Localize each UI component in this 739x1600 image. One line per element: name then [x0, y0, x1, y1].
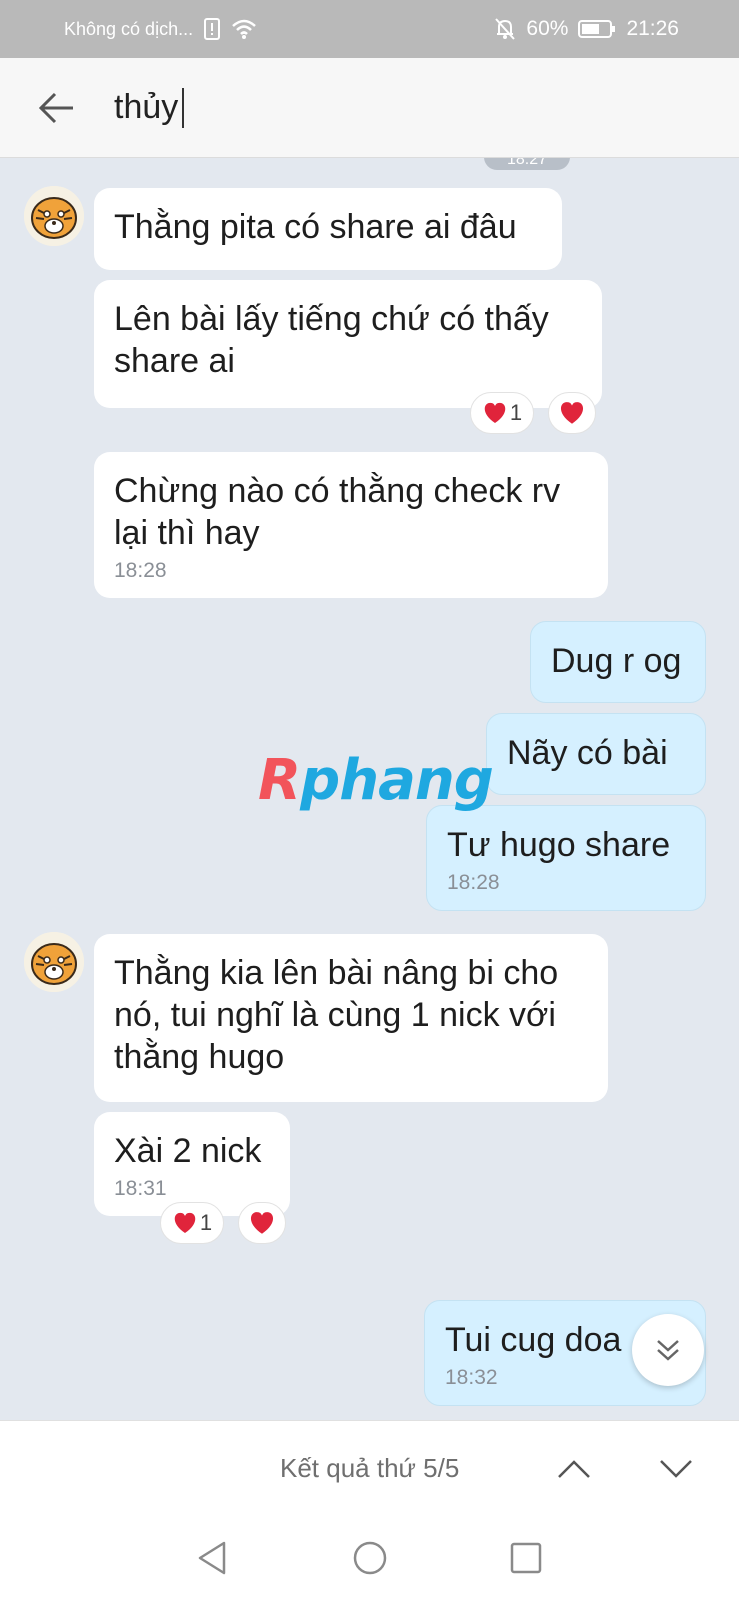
- watermark-logo: Rphang: [258, 748, 494, 813]
- message-text: Thằng pita có share ai đâu: [114, 208, 517, 246]
- message-text: Xài 2 nick: [114, 1132, 262, 1170]
- wifi-icon: [231, 18, 257, 40]
- message-text: Dug r og: [551, 642, 682, 680]
- contact-avatar[interactable]: [24, 932, 84, 992]
- message-time: 18:28: [447, 871, 500, 894]
- nav-recents-button[interactable]: [498, 1530, 554, 1586]
- search-header: thủy: [0, 58, 739, 158]
- clock: 21:26: [626, 17, 679, 40]
- nav-back-button[interactable]: [184, 1530, 240, 1586]
- system-navigation-bar: [0, 1516, 739, 1600]
- back-arrow-icon: [38, 92, 73, 123]
- bell-off-icon: [494, 17, 516, 41]
- outgoing-message[interactable]: Dug r og: [530, 621, 706, 703]
- contact-avatar[interactable]: [24, 186, 84, 246]
- nav-home-icon: [353, 1541, 387, 1575]
- carrier-text: Không có dịch...: [64, 18, 194, 39]
- incoming-message[interactable]: Thằng pita có share ai đâu: [94, 188, 562, 270]
- search-query: thủy: [114, 88, 179, 126]
- reaction-count-badge[interactable]: 1: [470, 392, 534, 434]
- sim-alert-icon: [203, 18, 221, 40]
- heart-icon: [558, 400, 586, 426]
- search-input[interactable]: thủy: [114, 87, 185, 128]
- tiger-avatar-icon: [24, 932, 84, 992]
- battery-icon: [578, 19, 616, 39]
- reaction-count: 1: [509, 400, 523, 425]
- nav-recents-icon: [510, 1542, 542, 1574]
- message-time: 18:28: [114, 559, 167, 582]
- heart-icon: [172, 1211, 198, 1235]
- message-text: Thằng kia lên bài nâng bi cho nó, tui ng…: [114, 954, 559, 1076]
- incoming-message[interactable]: Thằng kia lên bài nâng bi cho nó, tui ng…: [94, 934, 608, 1102]
- nav-back-icon: [198, 1541, 226, 1575]
- back-button[interactable]: [26, 78, 86, 138]
- date-separator: 18:27: [484, 158, 570, 170]
- incoming-message[interactable]: Chừng nào có thằng check rv lại thì hay …: [94, 452, 608, 598]
- scroll-to-bottom-button[interactable]: [632, 1314, 704, 1386]
- reaction-count: 1: [199, 1210, 213, 1235]
- result-counter: Kết quả thứ 5/5: [280, 1453, 460, 1483]
- chevron-up-icon: [558, 1459, 590, 1478]
- search-result-bar: Kết quả thứ 5/5: [0, 1420, 739, 1516]
- message-text: Chừng nào có thằng check rv lại thì hay: [114, 472, 561, 552]
- battery-percent: 60%: [526, 17, 569, 40]
- outgoing-message[interactable]: Tư hugo share 18:28: [426, 805, 706, 911]
- heart-icon: [482, 401, 508, 425]
- reaction-count-badge[interactable]: 1: [160, 1202, 224, 1244]
- message-text: Lên bài lấy tiếng chứ có thấy share ai: [114, 300, 549, 380]
- react-button[interactable]: [548, 392, 596, 434]
- chevron-down-icon: [660, 1459, 692, 1478]
- incoming-message[interactable]: Lên bài lấy tiếng chứ có thấy share ai: [94, 280, 602, 408]
- previous-result-button[interactable]: [546, 1441, 602, 1497]
- incoming-message[interactable]: Xài 2 nick 18:31: [94, 1112, 290, 1216]
- react-button[interactable]: [238, 1202, 286, 1244]
- double-chevron-down-icon: [657, 1340, 679, 1361]
- text-caret: [182, 87, 185, 128]
- heart-icon: [248, 1210, 276, 1236]
- message-time: 18:31: [114, 1177, 167, 1200]
- watermark-first-letter: R: [258, 748, 301, 813]
- nav-home-button[interactable]: [342, 1530, 398, 1586]
- status-bar: Không có dịch... 60% 21:26: [0, 0, 739, 58]
- message-text: Tư hugo share: [447, 826, 671, 864]
- tiger-avatar-icon: [24, 186, 84, 246]
- outgoing-message[interactable]: Nãy có bài: [486, 713, 706, 795]
- chat-area[interactable]: 18:27 Thằng pita có share ai đâu Lên bài…: [0, 158, 739, 1420]
- next-result-button[interactable]: [648, 1441, 704, 1497]
- message-text: Nãy có bài: [507, 734, 668, 772]
- watermark-rest: phang: [300, 748, 494, 813]
